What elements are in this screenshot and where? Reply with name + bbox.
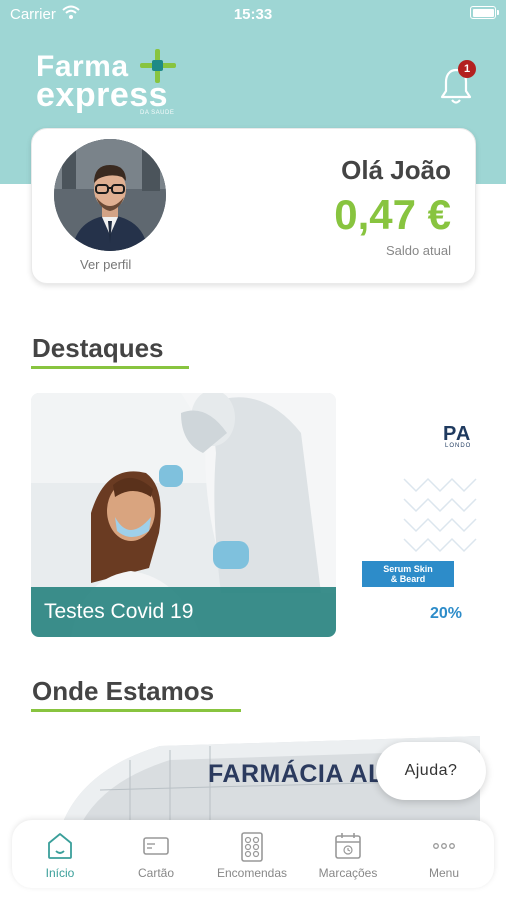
highlight-caption: Testes Covid 19 (31, 587, 336, 637)
logo-tagline: DA SAÚDE (140, 110, 175, 116)
home-icon (48, 833, 72, 859)
balance-value: 0,47 € (334, 191, 451, 238)
logo-cross-icon (140, 49, 176, 83)
notification-badge: 1 (458, 60, 476, 78)
calendar-icon (335, 833, 361, 859)
promo-tag-line-1: Serum Skin (383, 564, 433, 574)
more-icon (433, 843, 455, 849)
help-button[interactable]: Ajuda? (376, 742, 486, 800)
battery-icon (470, 6, 499, 19)
status-time: 15:33 (233, 6, 273, 23)
tab-cartao[interactable]: Cartão (108, 820, 204, 888)
view-profile-link[interactable]: Ver perfil (80, 257, 131, 272)
promo-brand-sub: LONDO (445, 443, 472, 449)
tab-menu[interactable]: Menu (396, 820, 492, 888)
tab-label: Início (45, 866, 75, 880)
tab-label: Menu (428, 866, 460, 880)
promo-tag: Serum Skin & Beard (362, 561, 454, 587)
tab-label: Cartão (137, 866, 175, 880)
avatar-photo (54, 139, 166, 251)
pills-icon (241, 832, 263, 862)
profile-card: Ver perfil Olá João 0,47 € Saldo atual (31, 128, 476, 284)
tab-encomendas[interactable]: Encomendas (204, 820, 300, 888)
promo-tag-line-2: & Beard (390, 574, 426, 584)
tab-label: Encomendas (216, 866, 288, 880)
status-bar: Carrier 15:33 (0, 0, 506, 28)
tab-inicio[interactable]: Início (12, 820, 108, 888)
highlight-card-covid[interactable]: Testes Covid 19 (31, 393, 336, 637)
promo-discount: 20% (430, 605, 463, 622)
bottom-tab-bar: Início Cartão Encomendas Marcações Menu (12, 820, 494, 888)
store-sign: FARMÁCIA AL (208, 760, 384, 788)
tab-label: Marcações (318, 866, 378, 880)
card-icon (143, 837, 169, 855)
farmaexpress-logo: Farma express DA SAÚDE (36, 48, 186, 120)
highlight-card-promo[interactable]: PA LONDO Serum Skin & Beard 20% (352, 393, 506, 637)
tab-marcacoes[interactable]: Marcações (300, 820, 396, 888)
promo-pattern (403, 477, 477, 553)
avatar[interactable] (54, 139, 166, 251)
notifications-button[interactable]: 1 (438, 60, 478, 104)
locations-title: Onde Estamos (32, 676, 215, 706)
balance-label: Saldo atual (385, 243, 451, 258)
locations-underline (31, 709, 241, 712)
highlights-underline (31, 366, 189, 369)
greeting: Olá João (341, 155, 451, 185)
highlights-title: Destaques (32, 333, 164, 363)
